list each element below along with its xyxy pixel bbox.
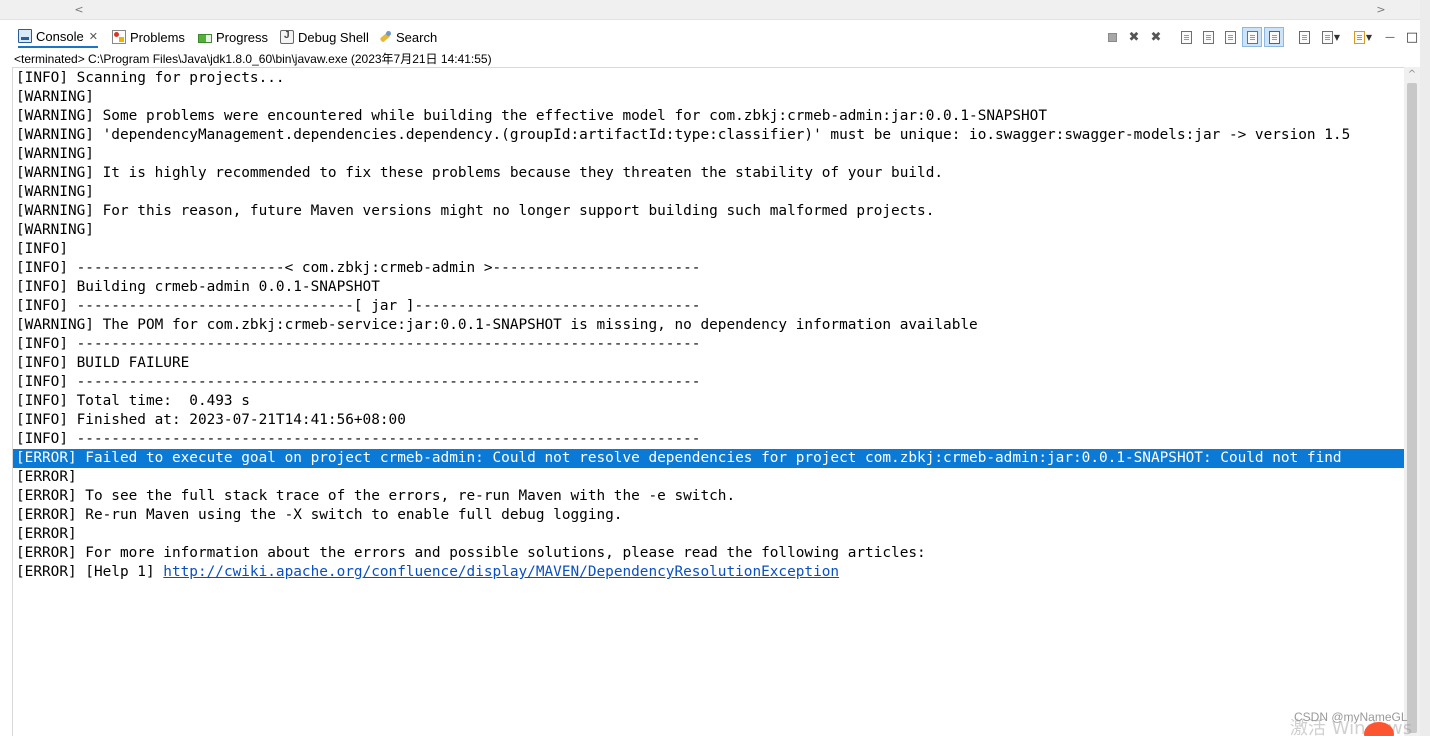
- terminated-label: <terminated> C:\Program Files\Java\jdk1.…: [14, 52, 492, 66]
- console-toolbar: ✖ ✖ ▼ ▼ — □: [1100, 26, 1422, 48]
- console-line: [INFO] ---------------------------------…: [16, 336, 701, 352]
- show-on-stdout-icon: [1246, 30, 1258, 44]
- editor-horizontal-scrollbar[interactable]: < >: [0, 0, 1430, 20]
- open-console-icon: [1353, 30, 1365, 44]
- console-line: [INFO]: [16, 241, 68, 257]
- console-line: [ERROR] For more information about the e…: [16, 545, 926, 561]
- tab-debug-shell[interactable]: Debug Shell: [280, 26, 369, 48]
- console-line: [INFO] Scanning for projects...: [16, 70, 285, 86]
- console-line: [ERROR]: [16, 526, 77, 542]
- console-line: [WARNING]: [16, 184, 94, 200]
- console-line: [WARNING] The POM for com.zbkj:crmeb-ser…: [16, 317, 978, 333]
- scroll-up-arrow[interactable]: ^: [1404, 69, 1420, 80]
- show-on-stderr-icon: [1268, 30, 1280, 44]
- scroll-lock-icon: [1202, 30, 1214, 44]
- scroll-left-arrow[interactable]: <: [72, 3, 86, 17]
- window-edge: [1420, 0, 1430, 736]
- chevron-down-icon: ▼: [1333, 32, 1341, 42]
- toolbar-separator: [1168, 27, 1174, 47]
- tab-debug-shell-label: Debug Shell: [298, 29, 369, 45]
- remove-launch-button[interactable]: ✖: [1124, 27, 1144, 47]
- tab-progress-label: Progress: [216, 29, 269, 45]
- close-icon[interactable]: ✕: [89, 30, 98, 43]
- toolbar-separator: [1286, 27, 1292, 47]
- remove-all-terminated-button[interactable]: ✖: [1146, 27, 1166, 47]
- csdn-watermark: CSDN @myNameGL: [1294, 710, 1408, 724]
- remove-all-terminated-icon: ✖: [1150, 29, 1162, 45]
- console-line: [INFO] BUILD FAILURE: [16, 355, 190, 371]
- remove-launch-icon: ✖: [1128, 29, 1140, 45]
- pin-console-icon: [1298, 30, 1310, 44]
- minimize-icon: —: [1385, 31, 1395, 43]
- terminate-button[interactable]: [1102, 27, 1122, 47]
- console-line-selected: [ERROR] Failed to execute goal on projec…: [13, 449, 1404, 468]
- console-line: [INFO] ------------------------< com.zbk…: [16, 260, 701, 276]
- show-on-stdout-button[interactable]: [1242, 27, 1262, 47]
- open-console-button[interactable]: ▼: [1348, 27, 1378, 47]
- search-icon: [378, 30, 392, 44]
- console-line: [ERROR] [Help 1] http://cwiki.apache.org…: [16, 564, 840, 580]
- display-console-icon: [1321, 30, 1333, 44]
- tab-problems-label: Problems: [130, 29, 185, 45]
- display-console-button[interactable]: ▼: [1316, 27, 1346, 47]
- console-line: [ERROR]: [16, 469, 77, 485]
- console-output[interactable]: [INFO] Scanning for projects... [WARNING]…: [12, 67, 1404, 736]
- tab-search-label: Search: [396, 29, 438, 45]
- console-line: [WARNING] Some problems were encountered…: [16, 108, 1048, 124]
- console-line: [INFO] Finished at: 2023-07-21T14:41:56+…: [16, 412, 406, 428]
- console-line: [INFO] ---------------------------------…: [16, 431, 701, 447]
- console-line: [INFO] Total time: 0.493 s: [16, 393, 250, 409]
- pin-console-button[interactable]: [1294, 27, 1314, 47]
- tab-problems[interactable]: Problems: [112, 26, 185, 48]
- tab-progress[interactable]: Progress: [198, 26, 268, 48]
- word-wrap-button[interactable]: [1220, 27, 1240, 47]
- show-on-stderr-button[interactable]: [1264, 27, 1284, 47]
- help-link[interactable]: http://cwiki.apache.org/confluence/displ…: [163, 564, 839, 580]
- console-line: [WARNING] For this reason, future Maven …: [16, 203, 935, 219]
- tab-console-label: Console: [36, 28, 84, 44]
- console-line: [WARNING] 'dependencyManagement.dependen…: [16, 127, 1351, 143]
- minimize-button[interactable]: —: [1380, 27, 1400, 47]
- scroll-lock-button[interactable]: [1198, 27, 1218, 47]
- terminate-icon: [1107, 32, 1117, 42]
- console-vertical-scrollbar[interactable]: ^: [1404, 67, 1420, 736]
- console-line: [WARNING]: [16, 146, 94, 162]
- console-line: [INFO] ---------------------------------…: [16, 374, 701, 390]
- console-line: [ERROR] Re-run Maven using the -X switch…: [16, 507, 623, 523]
- console-line: [INFO] Building crmeb-admin 0.0.1-SNAPSH…: [16, 279, 380, 295]
- console-line: [WARNING]: [16, 89, 94, 105]
- console-line: [WARNING]: [16, 222, 94, 238]
- word-wrap-icon: [1224, 30, 1236, 44]
- maximize-icon: □: [1405, 29, 1419, 45]
- debug-shell-icon: [280, 30, 294, 44]
- scroll-right-arrow[interactable]: >: [1374, 3, 1388, 17]
- clear-console-button[interactable]: [1176, 27, 1196, 47]
- clear-console-icon: [1180, 30, 1192, 44]
- progress-icon: [198, 33, 212, 43]
- tab-console[interactable]: Console ✕: [18, 26, 98, 48]
- console-line: [INFO] --------------------------------[…: [16, 298, 701, 314]
- maximize-button[interactable]: □: [1402, 27, 1422, 47]
- scrollbar-thumb[interactable]: [1407, 83, 1417, 733]
- console-line: [ERROR] To see the full stack trace of t…: [16, 488, 736, 504]
- problems-icon: [112, 30, 126, 44]
- tab-search[interactable]: Search: [378, 26, 437, 48]
- console-line: [WARNING] It is highly recommended to fi…: [16, 165, 944, 181]
- chevron-down-icon: ▼: [1365, 32, 1373, 42]
- console-icon: [18, 29, 32, 43]
